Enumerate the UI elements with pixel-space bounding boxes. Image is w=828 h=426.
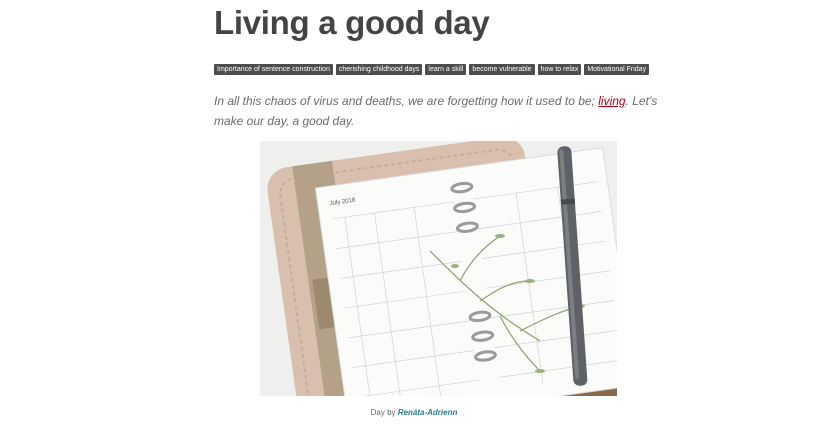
tag-become-vulnerable[interactable]: become vulnerable: [469, 64, 535, 75]
caption-prefix: Day by: [370, 408, 398, 417]
tag-how-to-relax[interactable]: how to relax: [537, 64, 582, 75]
post-title: Living a good day: [214, 4, 490, 41]
image-caption: Day by Renáta-Adrienn: [0, 408, 828, 417]
tag-importance-of-sentence-construction[interactable]: Importance of sentence construction: [214, 64, 333, 75]
tag-learn-a-skill[interactable]: learn a skill: [425, 64, 467, 75]
planner-photo: July 2018: [260, 141, 617, 396]
living-link[interactable]: living: [598, 94, 625, 108]
planner-illustration: July 2018: [260, 141, 617, 396]
tag-motivational-friday[interactable]: Motivational Friday: [584, 64, 650, 75]
tag-cherishing-childhood-days[interactable]: cherishing childhood days: [335, 64, 423, 75]
post-intro: In all this chaos of virus and deaths, w…: [214, 91, 664, 131]
intro-text-start: In all this chaos of virus and deaths, w…: [214, 94, 599, 108]
tag-list: Importance of sentence construction cher…: [214, 64, 650, 75]
photographer-link[interactable]: Renáta-Adrienn: [398, 408, 458, 417]
